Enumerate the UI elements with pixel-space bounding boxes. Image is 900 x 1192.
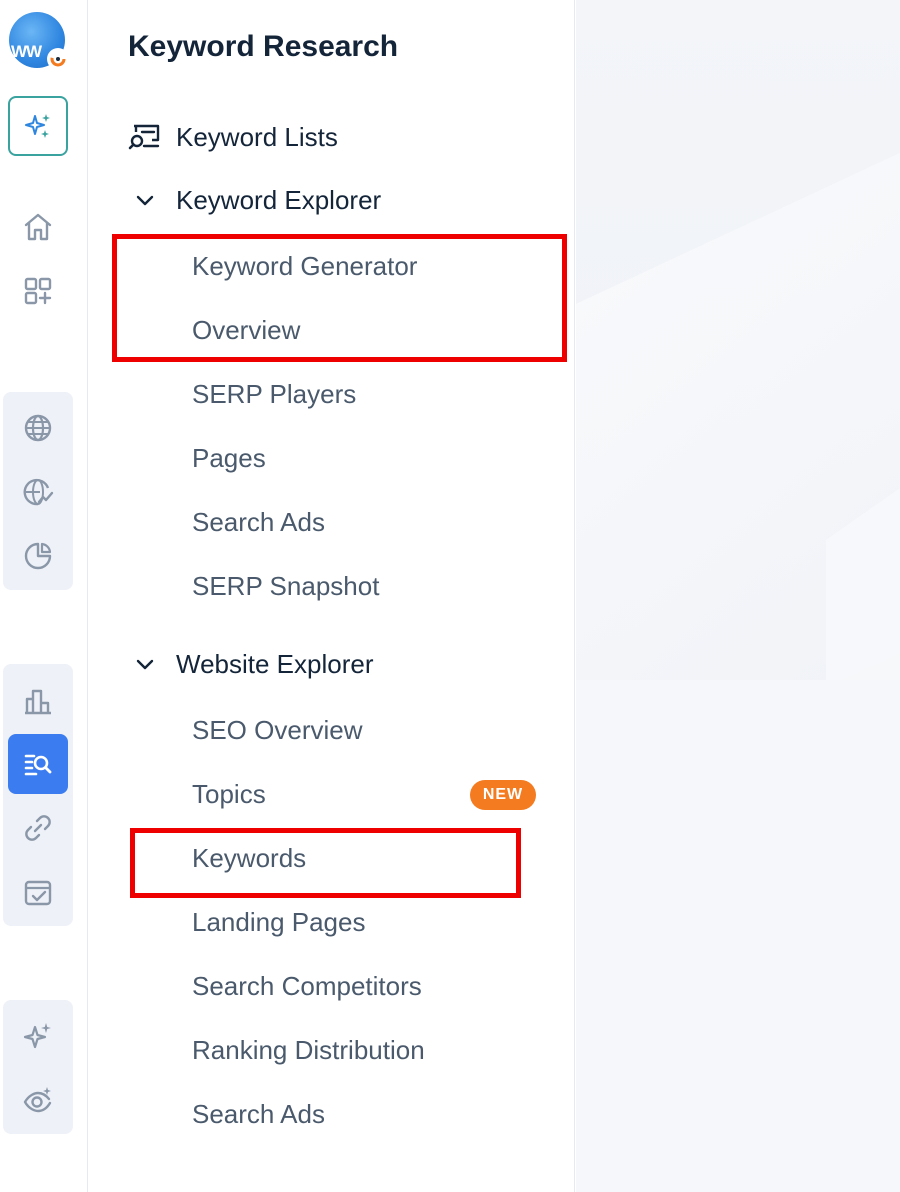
status-badge-icon [47, 48, 69, 70]
ai-tools-button[interactable] [14, 1012, 62, 1060]
menu-item-search-competitors[interactable]: Search Competitors [192, 966, 422, 1006]
pie-chart-icon [24, 542, 52, 570]
keyword-research-icon [24, 754, 52, 776]
calendar-check-icon [24, 880, 52, 906]
apps-add-icon [24, 277, 52, 305]
bar-chart-icon [25, 689, 51, 715]
content-background [576, 0, 900, 1192]
menu-item-topics[interactable]: Topics [192, 774, 266, 814]
eye-sparkle-icon [23, 1087, 52, 1113]
globe-trend-icon [23, 478, 54, 506]
sparkle-icon [23, 1023, 51, 1049]
keyword-research-menu: Keyword Research Keyword Lists Keyword E… [88, 0, 575, 1192]
home-button[interactable] [14, 203, 62, 251]
audit-button[interactable] [14, 868, 62, 916]
menu-item-keyword-generator[interactable]: Keyword Generator [192, 246, 417, 286]
section-website-explorer[interactable]: Website Explorer [128, 644, 374, 684]
pie-chart-button[interactable] [14, 532, 62, 580]
chevron-down-icon [136, 659, 154, 670]
home-icon [24, 213, 52, 241]
menu-item-overview[interactable]: Overview [192, 310, 300, 350]
sparkles-icon [25, 114, 50, 138]
highlight-box-keywords [130, 828, 521, 898]
menu-item-serp-players[interactable]: SERP Players [192, 374, 356, 414]
globe-button[interactable] [14, 404, 62, 452]
link-icon [25, 815, 51, 841]
project-avatar[interactable]: WW [9, 12, 69, 70]
avatar-text: WW [11, 42, 42, 61]
chevron-down-icon [136, 195, 154, 206]
globe-trend-button[interactable] [14, 468, 62, 516]
menu-item-landing-pages[interactable]: Landing Pages [192, 902, 365, 942]
menu-item-keyword-lists[interactable]: Keyword Lists [128, 117, 338, 157]
menu-item-keywords[interactable]: Keywords [192, 838, 306, 878]
menu-item-ranking-distribution[interactable]: Ranking Distribution [192, 1030, 425, 1070]
backlinks-button[interactable] [14, 804, 62, 852]
menu-item-serp-snapshot[interactable]: SERP Snapshot [192, 566, 379, 606]
new-badge: NEW [470, 780, 536, 810]
menu-item-seo-overview[interactable]: SEO Overview [192, 710, 363, 750]
section-label: Website Explorer [176, 648, 374, 679]
left-rail: WW [0, 0, 88, 1192]
keyword-research-button[interactable] [8, 734, 68, 794]
ai-visibility-button[interactable] [14, 1076, 62, 1124]
menu-item-label: Keyword Lists [176, 121, 338, 152]
apps-button[interactable] [14, 267, 62, 315]
menu-item-search-ads-website[interactable]: Search Ads [192, 1094, 325, 1134]
menu-item-search-ads[interactable]: Search Ads [192, 502, 325, 542]
background-banner [576, 0, 900, 680]
menu-item-pages[interactable]: Pages [192, 438, 266, 478]
globe-icon [24, 414, 52, 442]
section-keyword-explorer[interactable]: Keyword Explorer [128, 180, 381, 220]
keyword-list-icon [128, 124, 160, 150]
ai-assistant-button[interactable] [8, 96, 68, 156]
bar-chart-button[interactable] [14, 677, 62, 725]
section-label: Keyword Explorer [176, 184, 382, 215]
page-title: Keyword Research [128, 30, 399, 63]
